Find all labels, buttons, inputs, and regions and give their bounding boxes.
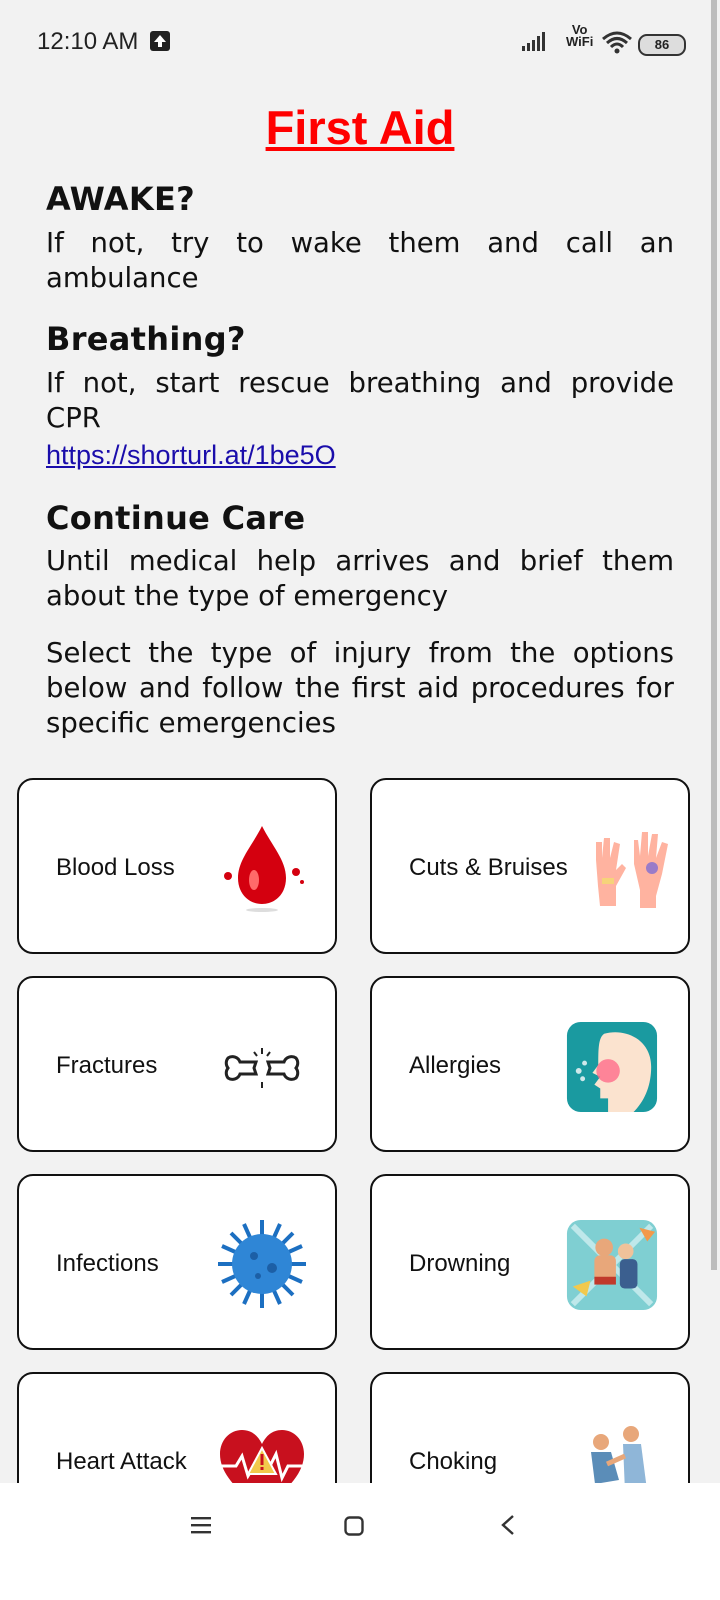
system-navigation-bar (0, 1483, 720, 1600)
scrollbar[interactable] (711, 0, 717, 1270)
clock: 12:10 AM (37, 28, 139, 55)
breathing-text: If not, start rescue breathing and provi… (46, 367, 674, 434)
wifi-icon (602, 31, 632, 54)
continue-care-text: Until medical help arrives and brief the… (46, 545, 674, 612)
vowifi-indicator: Vo WiFi (566, 23, 594, 49)
cpr-link[interactable]: https://shorturl.at/1be5O (46, 440, 336, 471)
injury-card-allergies[interactable]: Allergies (370, 976, 690, 1152)
signal-icon (522, 32, 545, 51)
card-label: Allergies (409, 1052, 502, 1079)
home-icon[interactable] (344, 1516, 364, 1536)
upload-notification-icon (150, 31, 170, 51)
injury-card-cuts-bruises[interactable]: Cuts & Bruises (370, 778, 690, 954)
injury-card-drowning[interactable]: Drowning (370, 1174, 690, 1350)
card-label: Choking (409, 1448, 498, 1475)
recent-apps-icon[interactable] (190, 1515, 212, 1535)
back-icon[interactable] (500, 1514, 516, 1536)
card-label: Fractures (56, 1052, 158, 1079)
drowning-rescue-icon (566, 1219, 658, 1311)
continue-care-heading: Continue Care (46, 499, 306, 537)
broken-bone-icon (224, 1048, 300, 1088)
virus-icon (218, 1220, 306, 1308)
card-label: Cuts & Bruises (409, 854, 568, 881)
bruised-hand-icon (596, 832, 668, 908)
allergy-face-icon (566, 1021, 658, 1113)
card-label: Blood Loss (56, 854, 175, 881)
status-bar: 12:10 AM Vo WiFi 86 (0, 0, 720, 84)
select-instructions: Select the type of injury from the optio… (46, 637, 674, 739)
vowifi-bottom: WiFi (566, 34, 594, 49)
injury-card-infections[interactable]: Infections (17, 1174, 337, 1350)
injury-card-fractures[interactable]: Fractures (17, 976, 337, 1152)
battery-indicator: 86 (638, 34, 686, 56)
card-label: Heart Attack (56, 1448, 187, 1475)
card-label: Infections (56, 1250, 159, 1277)
blood-drop-icon (224, 826, 304, 912)
injury-card-blood-loss[interactable]: Blood Loss (17, 778, 337, 954)
page-title: First Aid (265, 101, 455, 154)
card-label: Drowning (409, 1250, 511, 1277)
breathing-heading: Breathing? (46, 320, 246, 358)
awake-text: If not, try to wake them and call an amb… (46, 227, 674, 294)
awake-heading: AWAKE? (46, 180, 195, 218)
